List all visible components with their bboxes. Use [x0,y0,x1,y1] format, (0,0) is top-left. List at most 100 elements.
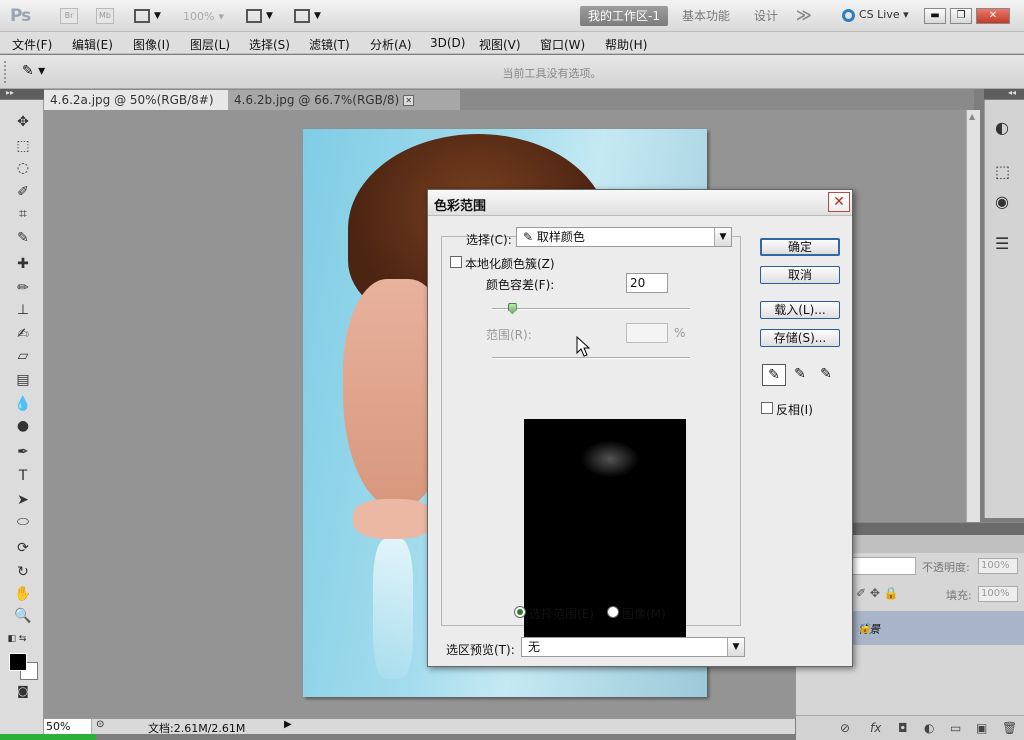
status-clock-icon[interactable]: ⊙ [96,719,104,730]
right-dock-header[interactable]: ◂◂ [984,88,1024,99]
fuzziness-field[interactable]: 20 [626,273,668,293]
localized-clusters-checkbox[interactable] [450,256,462,268]
screen-mode-dropdown[interactable]: ▼ [294,8,321,24]
3d-panel-icon[interactable]: ◉ [995,192,1009,211]
hand-tool-icon[interactable]: ✋ [12,586,34,606]
history-brush-tool-icon[interactable]: ✍ [12,326,34,346]
menu-edit[interactable]: 编辑(E) [72,36,113,53]
selection-preview-dropdown[interactable]: 无 ▼ [521,637,745,657]
options-group [441,236,741,645]
scroll-up-icon[interactable]: ▲ [969,112,975,121]
view-extras-dropdown[interactable]: ▼ [134,8,161,24]
crop-tool-icon[interactable]: ⌗ [12,206,34,226]
dialog-close-button[interactable]: ✕ [828,192,850,212]
gradient-tool-icon[interactable]: ▤ [12,372,34,392]
save-button[interactable]: 存储(S)... [760,329,840,347]
bridge-button[interactable]: Br [60,8,78,24]
adjustment-layer-icon[interactable]: ◐ [924,721,934,735]
layer-style-icon[interactable]: fx [870,721,881,735]
dodge-tool-icon[interactable]: ● [12,418,34,438]
lock-icons[interactable]: ✐ ✥ 🔒 [856,586,899,600]
tab-document-b[interactable]: 4.6.2b.jpg @ 66.7%(RGB/8) ✕ [228,90,460,110]
new-group-icon[interactable]: ▭ [950,721,961,735]
close-app-button[interactable]: ✕ [976,8,1010,24]
menu-help[interactable]: 帮助(H) [605,36,647,53]
new-layer-icon[interactable]: ▣ [976,721,987,735]
eraser-tool-icon[interactable]: ▱ [12,348,34,368]
dialog-title: 色彩范围 [434,199,487,214]
tab-document-a[interactable]: 4.6.2a.jpg @ 50%(RGB/8#)✕ [44,90,228,126]
navigator-panel-icon[interactable]: ◐ [995,118,1009,137]
layer-row-background[interactable]: 背景 🔒 [852,611,1024,645]
close-tab-icon[interactable]: ✕ [403,95,415,106]
quick-selection-tool-icon[interactable]: ✐ [12,184,34,204]
color-range-dialog: 色彩范围 ✕ 选择(C): ✎ 取样颜色 ▼ 本地化颜色簇(Z) 颜色容差(F)… [427,189,853,667]
3d-rotate-tool-icon[interactable]: ⟳ [12,540,34,560]
dialog-title-bar[interactable]: 色彩范围 ✕ [428,190,852,216]
fuzziness-slider[interactable] [492,308,690,310]
delete-layer-icon[interactable]: 🗑 [1002,721,1017,735]
3d-orbit-tool-icon[interactable]: ↻ [12,564,34,584]
status-zoom-field[interactable]: 50% [44,719,92,734]
menu-layer[interactable]: 图层(L) [190,36,230,53]
status-bar: 50% ⊙ 文档:2.61M/2.61M ▶ [44,718,795,735]
ok-button[interactable]: 确定 [760,238,840,256]
menu-3d[interactable]: 3D(D) [430,36,465,50]
eyedropper-icon[interactable]: ✎ [762,364,786,386]
range-unit: % [674,326,686,340]
selection-radio[interactable] [514,606,526,618]
link-layers-icon[interactable]: ⊘ [840,721,850,735]
healing-brush-tool-icon[interactable]: ✚ [12,256,34,276]
blur-tool-icon[interactable]: 💧 [12,396,34,416]
menu-filter[interactable]: 滤镜(T) [309,36,350,53]
marquee-tool-icon[interactable]: ⬚ [12,138,34,158]
workspace-my-workspace[interactable]: 我的工作区-1 [580,6,668,26]
shape-tool-icon[interactable]: ⬭ [12,514,34,534]
move-tool-icon[interactable]: ✥ [12,114,34,134]
arrange-documents-dropdown[interactable]: ▼ [246,8,273,24]
zoom-level-dropdown[interactable]: 100% [183,10,224,23]
lasso-tool-icon[interactable]: ◌ [12,160,34,180]
invert-checkbox[interactable] [761,402,773,414]
workspace-design[interactable]: 设计 [746,6,786,26]
mini-bridge-button[interactable]: Mb [96,8,114,24]
load-button[interactable]: 载入(L)... [760,301,840,319]
adjustments-panel-icon[interactable]: ☰ [995,234,1009,253]
cancel-button[interactable]: 取消 [760,266,840,284]
eyedropper-minus-icon[interactable]: ✎ [814,364,838,386]
eyedropper-plus-icon[interactable]: ✎ [788,364,812,386]
more-workspaces-icon[interactable]: ≫ [796,6,812,24]
zoom-tool-icon[interactable]: 🔍 [12,608,34,628]
blend-mode-select[interactable] [852,557,916,575]
status-menu-arrow-icon[interactable]: ▶ [284,719,292,730]
toolbox-header[interactable]: ▸▸ [0,88,44,99]
quick-mask-icon[interactable]: ◙ [12,684,34,704]
opacity-field[interactable]: 100% [978,558,1018,574]
clone-stamp-tool-icon[interactable]: ⊥ [12,302,34,322]
fill-field[interactable]: 100% [978,586,1018,602]
layers-tab-bar[interactable] [852,535,1024,553]
path-selection-tool-icon[interactable]: ➤ [12,492,34,512]
menu-window[interactable]: 窗口(W) [540,36,585,53]
menu-select[interactable]: 选择(S) [249,36,290,53]
transform-panel-icon[interactable]: ⬚ [995,162,1010,181]
workspace-essentials[interactable]: 基本功能 [674,6,738,26]
brush-tool-icon[interactable]: ✏ [12,280,34,300]
select-dropdown[interactable]: ✎ 取样颜色 ▼ [516,227,732,247]
status-doc-info: 文档:2.61M/2.61M [148,722,246,735]
restore-button[interactable]: ❐ [950,8,972,24]
layer-mask-icon[interactable]: ◘ [898,721,908,735]
options-hint: 当前工具没有选项。 [502,67,602,80]
menu-view[interactable]: 视图(V) [479,36,521,53]
image-radio[interactable] [607,606,619,618]
eyedropper-tool-icon[interactable]: ✎ [12,230,34,250]
pen-tool-icon[interactable]: ✒ [12,444,34,464]
menu-image[interactable]: 图像(I) [133,36,170,53]
foreground-color-swatch[interactable] [9,653,27,671]
menu-analysis[interactable]: 分析(A) [370,36,412,53]
menu-file[interactable]: 文件(F) [12,36,52,53]
default-colors-icon[interactable]: ◧ ⇆ [6,634,28,654]
cs-live-button[interactable]: CS Live ▾ [842,8,909,22]
minimize-button[interactable]: ▬ [924,8,946,24]
type-tool-icon[interactable]: T [12,468,34,488]
